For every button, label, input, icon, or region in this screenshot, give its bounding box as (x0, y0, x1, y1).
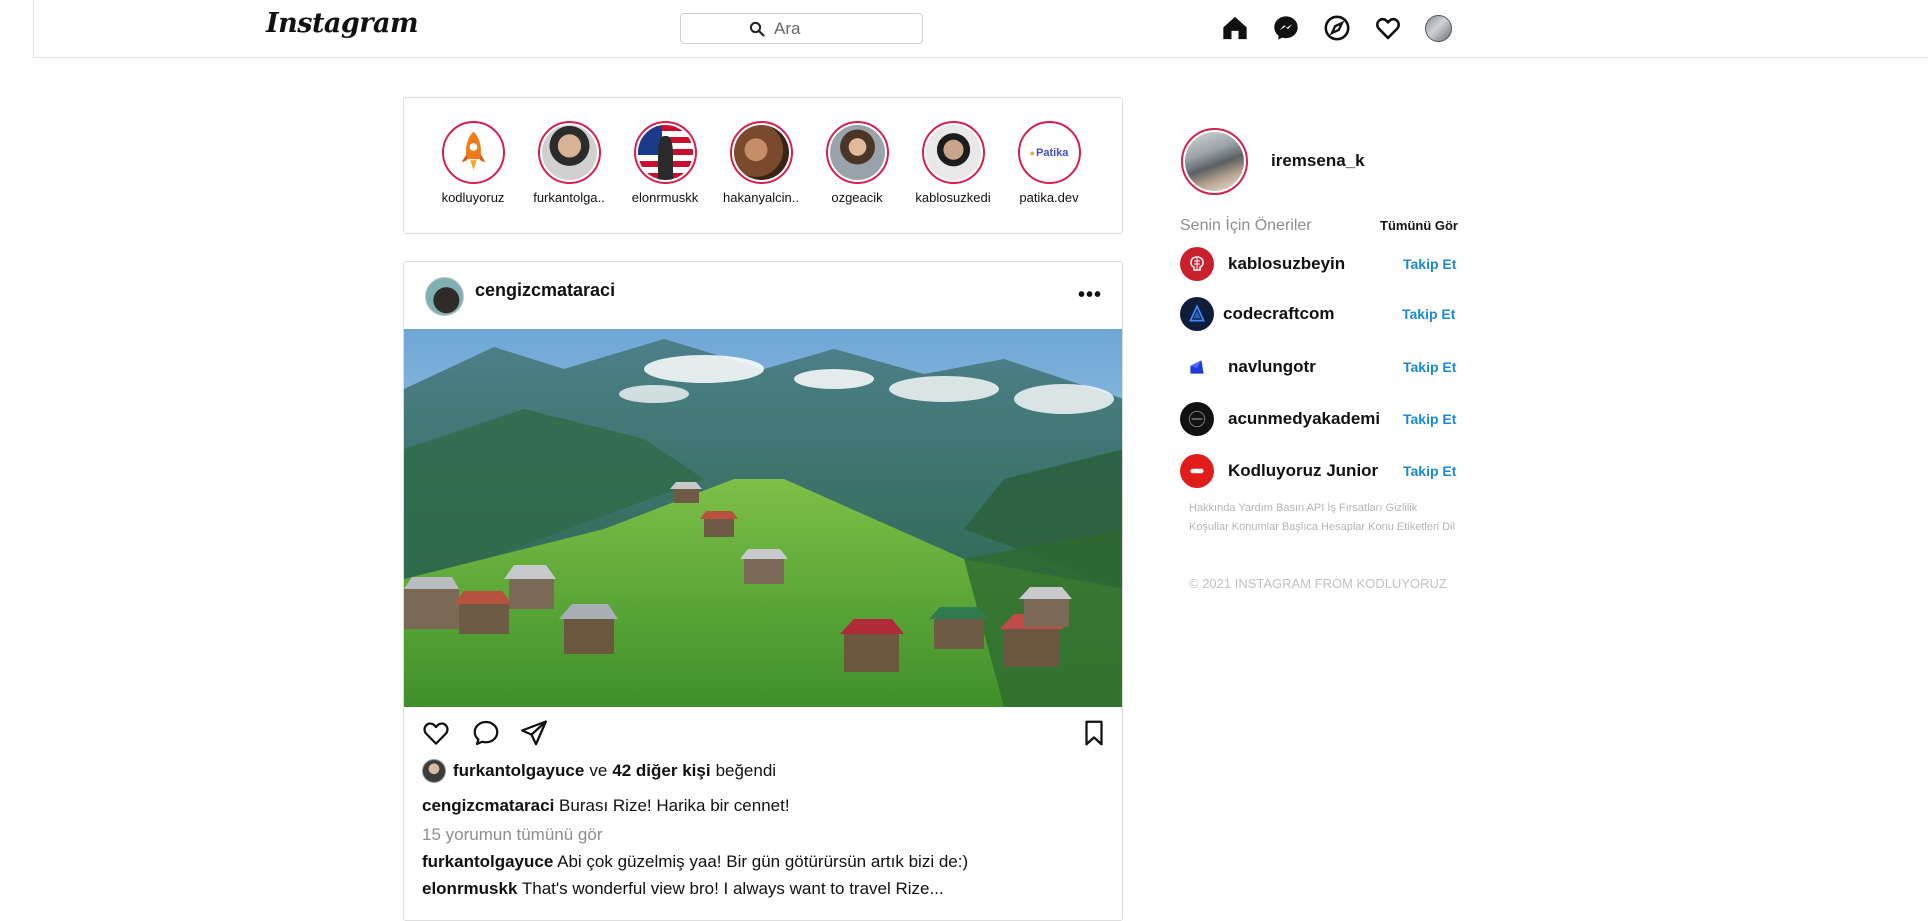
brain-icon[interactable] (1180, 247, 1214, 281)
suggestion-username[interactable]: navlungotr (1228, 357, 1316, 377)
suggestion-username[interactable]: acunmedyakademi (1228, 409, 1380, 429)
likes-suffix: beğendi (715, 761, 777, 780)
rocket-icon (445, 125, 501, 180)
nav-icons (1221, 14, 1452, 42)
liker-username[interactable]: furkantolgayuce (453, 761, 584, 781)
comment-username[interactable]: elonrmuskk (422, 879, 517, 898)
like-button[interactable] (421, 718, 451, 748)
compass-icon (1324, 15, 1350, 41)
story-username: kablosuzkedi (915, 190, 991, 205)
story-username: furkantolga.. (533, 190, 605, 205)
search-icon (749, 21, 765, 37)
save-button[interactable] (1079, 718, 1109, 748)
stories-bar: kodluyoruz furkantolga.. elonrmuskk haka… (403, 97, 1123, 234)
story-hakanyalcin[interactable]: hakanyalcin.. (715, 121, 807, 205)
comment-icon (473, 720, 499, 746)
heart-icon (1376, 17, 1400, 40)
footer-links[interactable]: Hakkında Yardım Basın API İş Fırsatları … (1189, 499, 1459, 537)
story-username: hakanyalcin.. (723, 190, 799, 205)
post-image[interactable] (404, 329, 1122, 707)
comment-text: That's wonderful view bro! I always want… (521, 879, 944, 898)
post-header: cengizcmataraci ••• (404, 262, 1122, 329)
current-user-avatar[interactable] (1181, 128, 1248, 195)
navlungo-logo[interactable] (1180, 350, 1214, 384)
story-patikadev[interactable]: ● Patika patika.dev (1003, 121, 1095, 205)
heart-icon (423, 722, 449, 745)
story-username: ozgeacik (831, 190, 883, 205)
post-author-avatar[interactable] (425, 277, 464, 316)
instagram-logo[interactable]: Instagram (266, 8, 419, 39)
suggestion-username[interactable]: Kodluyoruz Junior (1228, 461, 1378, 481)
suggestion-item: codecraftcom Takip Et (1180, 297, 1460, 333)
story-username: patika.dev (1019, 190, 1079, 205)
follow-button[interactable]: Takip Et (1402, 306, 1455, 322)
messenger-icon (1274, 16, 1298, 40)
liker-avatar[interactable] (422, 759, 446, 783)
story-avatar (733, 125, 789, 180)
story-avatar (829, 125, 885, 180)
explore-button[interactable] (1323, 14, 1351, 42)
post-caption: cengizcmataraci Burası Rize! Harika bir … (422, 796, 790, 816)
bookmark-icon (1085, 720, 1103, 746)
suggestion-item: acunmedyakademi Takip Et (1180, 402, 1460, 438)
story-avatar (637, 125, 693, 180)
view-all-comments-link[interactable]: 15 yorumun tümünü gör (422, 825, 603, 845)
post-actions (421, 718, 1107, 750)
caption-username[interactable]: cengizcmataraci (422, 796, 554, 815)
story-avatar (925, 125, 981, 180)
comment-row: elonrmuskk That's wonderful view bro! I … (422, 879, 944, 899)
likes-count[interactable]: 42 diğer kişi (612, 761, 710, 781)
story-kablosuzkedi[interactable]: kablosuzkedi (907, 121, 999, 205)
acunmedya-logo[interactable] (1180, 402, 1214, 436)
top-navigation-bar: Instagram (33, 0, 1928, 58)
likes-summary: furkantolgayuce ve 42 diğer kişi beğendi (422, 759, 776, 783)
search-box[interactable] (680, 13, 923, 44)
profile-avatar-button[interactable] (1425, 14, 1452, 42)
activity-button[interactable] (1374, 14, 1402, 42)
story-elonrmuskk[interactable]: elonrmuskk (619, 121, 711, 205)
suggestion-item: navlungotr Takip Et (1180, 350, 1460, 386)
story-ozgeacik[interactable]: ozgeacik (811, 121, 903, 205)
patika-logo: ● Patika (1021, 125, 1077, 180)
suggestion-item: kablosuzbeyin Takip Et (1180, 247, 1460, 283)
codecraft-logo[interactable] (1180, 297, 1214, 331)
caption-text: Burası Rize! Harika bir cennet! (559, 796, 790, 815)
current-user-username[interactable]: iremsena_k (1271, 151, 1365, 171)
suggestion-item: Kodluyoruz Junior Takip Et (1180, 454, 1460, 490)
search-input[interactable] (774, 18, 854, 39)
story-furkantolga[interactable]: furkantolga.. (523, 121, 615, 205)
suggestions-title: Senin İçin Öneriler (1180, 217, 1312, 234)
messenger-button[interactable] (1272, 14, 1300, 42)
home-button[interactable] (1221, 14, 1249, 42)
share-button[interactable] (519, 718, 549, 748)
follow-button[interactable]: Takip Et (1403, 463, 1456, 479)
more-options-icon[interactable]: ••• (1078, 284, 1102, 307)
story-username: kodluyoruz (441, 190, 505, 205)
follow-button[interactable]: Takip Et (1403, 411, 1456, 427)
suggestion-username[interactable]: codecraftcom (1223, 304, 1334, 324)
copyright-text: © 2021 INSTAGRAM FROM KODLUYORUZ (1189, 576, 1447, 591)
send-icon (521, 720, 547, 746)
see-all-link[interactable]: Tümünü Gör (1380, 218, 1458, 233)
post-author-username[interactable]: cengizcmataraci (475, 280, 615, 301)
feed-post: cengizcmataraci ••• furkantolgayuce ve 4… (403, 261, 1123, 921)
comment-row: furkantolgayuce Abi çok güzelmiş yaa! Bi… (422, 852, 968, 872)
likes-connector: ve (589, 761, 608, 780)
comment-text: Abi çok güzelmiş yaa! Bir gün götürürsün… (557, 852, 969, 871)
home-icon (1223, 16, 1247, 40)
comment-username[interactable]: furkantolgayuce (422, 852, 553, 871)
kodluyoruz-junior-logo[interactable] (1180, 454, 1214, 488)
story-kodluyoruz[interactable]: kodluyoruz (427, 121, 519, 205)
story-avatar (541, 125, 597, 180)
follow-button[interactable]: Takip Et (1403, 256, 1456, 272)
suggestion-username[interactable]: kablosuzbeyin (1228, 254, 1345, 274)
story-username: elonrmuskk (631, 190, 699, 205)
comment-button[interactable] (471, 718, 501, 748)
follow-button[interactable]: Takip Et (1403, 359, 1456, 375)
